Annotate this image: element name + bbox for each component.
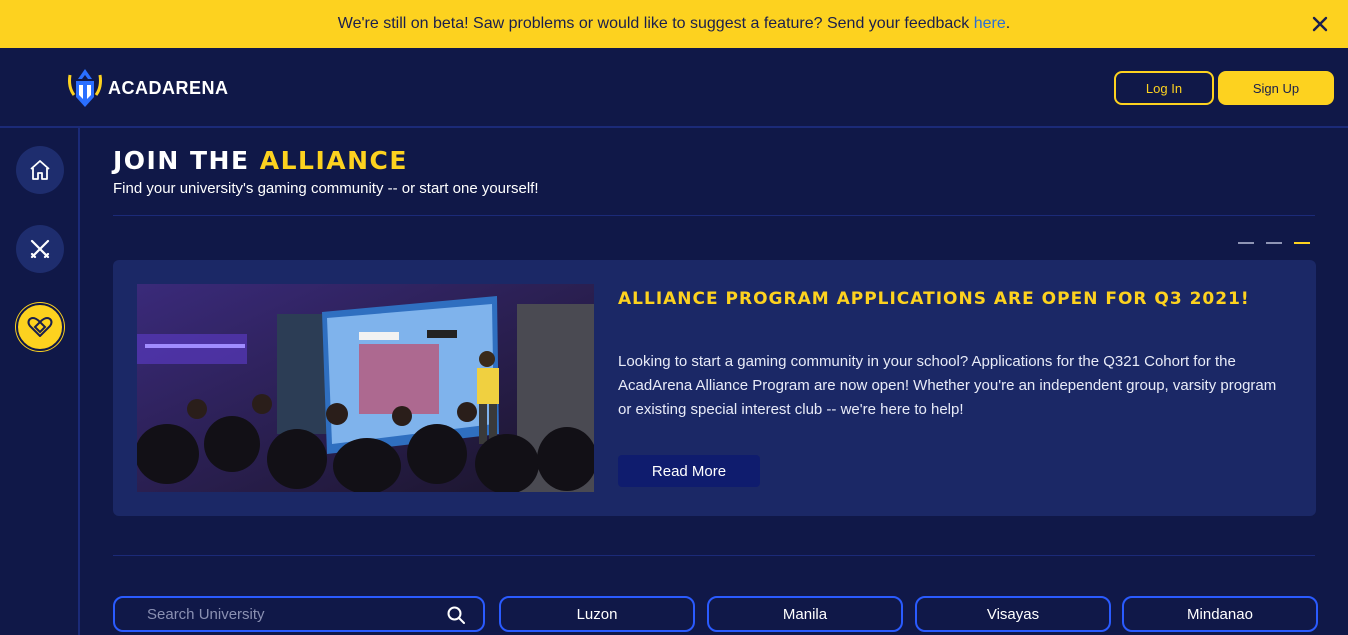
alliance-heart-icon [27, 317, 53, 337]
top-header: ACADARENA Log In Sign Up [0, 48, 1348, 128]
signup-button[interactable]: Sign Up [1218, 71, 1334, 105]
search-university-field [113, 596, 485, 632]
sidebar-item-tournaments[interactable] [16, 225, 64, 273]
home-icon [30, 160, 50, 180]
login-button[interactable]: Log In [1114, 71, 1214, 105]
carousel-dot[interactable] [1266, 242, 1282, 244]
divider [113, 215, 1315, 216]
search-input[interactable] [147, 605, 427, 623]
carousel-dot[interactable] [1238, 242, 1254, 244]
search-icon[interactable] [447, 606, 465, 624]
region-filter-visayas[interactable]: Visayas [915, 596, 1111, 632]
page-title: JOIN THE ALLIANCE [113, 146, 408, 175]
divider [113, 555, 1315, 556]
logo-mark-icon [68, 69, 102, 107]
region-filter-luzon[interactable]: Luzon [499, 596, 695, 632]
region-filter-manila[interactable]: Manila [707, 596, 903, 632]
page-subtitle: Find your university's gaming community … [113, 180, 539, 197]
beta-banner: We're still on beta! Saw problems or wou… [0, 0, 1348, 48]
close-icon[interactable] [1310, 14, 1330, 34]
acadarena-logo[interactable]: ACADARENA [66, 67, 229, 109]
card-body: Looking to start a gaming community in y… [618, 353, 1277, 418]
announcement-card: Alliance Program Applications are open f… [113, 260, 1316, 516]
sidebar [0, 128, 80, 635]
card-title: Alliance Program Applications are open f… [618, 289, 1250, 309]
read-more-button[interactable]: Read More [618, 455, 760, 487]
region-filter-mindanao[interactable]: Mindanao [1122, 596, 1318, 632]
event-photo-illustration [137, 284, 594, 492]
beta-banner-text: We're still on beta! Saw problems or wou… [337, 15, 1011, 32]
carousel-dot-active[interactable] [1294, 242, 1310, 244]
feedback-link[interactable]: here [974, 15, 1006, 32]
swords-icon [30, 239, 50, 259]
carousel-indicators [1238, 242, 1310, 244]
event-photo [137, 284, 594, 492]
sidebar-item-alliance[interactable] [16, 303, 64, 351]
logo-text: ACADARENA [108, 77, 229, 98]
sidebar-item-home[interactable] [16, 146, 64, 194]
